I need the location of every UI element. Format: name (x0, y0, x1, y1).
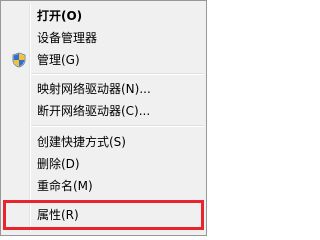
menu-item-label: 创建快捷方式(S) (37, 135, 126, 149)
menu-separator (31, 73, 204, 75)
menu-item-delete[interactable]: 删除(D) (3, 153, 204, 175)
menu-item-label: 管理(G) (37, 53, 80, 67)
menu-item-device-manager[interactable]: 设备管理器 (3, 27, 204, 49)
menu-item-label: 断开网络驱动器(C)... (37, 104, 151, 118)
menu-item-label: 重命名(M) (37, 179, 93, 193)
menu-item-map-network-drive[interactable]: 映射网络驱动器(N)... (3, 78, 204, 100)
menu-item-rename[interactable]: 重命名(M) (3, 175, 204, 197)
menu-item-open[interactable]: 打开(O) (3, 5, 204, 27)
menu-item-label: 打开(O) (37, 9, 83, 23)
context-menu: 打开(O) 设备管理器 管理(G) 映射网络驱动器(N)... 断开网络驱动器(… (0, 0, 207, 236)
menu-item-label: 设备管理器 (37, 31, 98, 45)
menu-item-label: 删除(D) (37, 157, 80, 171)
menu-item-disconnect-network-drive[interactable]: 断开网络驱动器(C)... (3, 100, 204, 122)
highlight-annotation-box (3, 200, 204, 230)
menu-separator (31, 125, 204, 127)
menu-item-manage[interactable]: 管理(G) (3, 49, 204, 71)
menu-item-label: 映射网络驱动器(N)... (37, 82, 151, 96)
menu-item-create-shortcut[interactable]: 创建快捷方式(S) (3, 131, 204, 153)
uac-shield-icon (12, 52, 26, 68)
